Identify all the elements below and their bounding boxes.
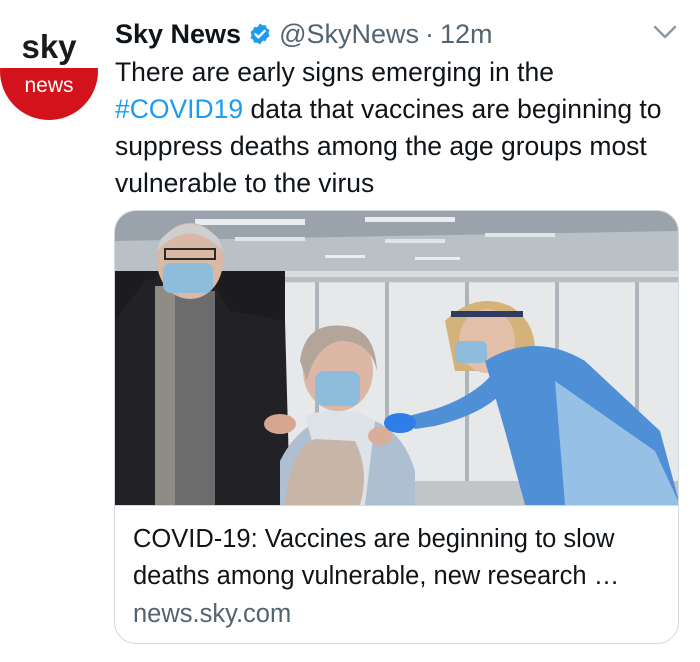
verified-badge-icon	[250, 23, 270, 45]
separator-dot: ·	[425, 18, 435, 49]
handle[interactable]: @SkyNews	[279, 19, 419, 50]
logo-news-text: news	[24, 74, 73, 97]
logo-sky-text: sky	[21, 28, 77, 65]
card-title[interactable]: COVID-19: Vaccines are beginning to slow…	[133, 521, 663, 595]
link-card[interactable]: COVID-19: Vaccines are beginning to slow…	[114, 210, 679, 644]
vaccination-photo	[115, 211, 678, 505]
tweet-text-start: There are early signs emerging in the	[115, 57, 554, 87]
card-domain[interactable]: news.sky.com	[133, 596, 662, 633]
tweet-text: There are early signs emerging in the #C…	[115, 54, 675, 202]
hashtag-link[interactable]: #COVID19	[115, 94, 243, 124]
display-name[interactable]: Sky News	[115, 19, 241, 50]
chevron-down-icon[interactable]	[652, 22, 678, 42]
timestamp[interactable]: 12m	[440, 19, 493, 50]
sky-news-logo: sky news	[0, 22, 98, 120]
avatar[interactable]: sky news	[0, 22, 98, 120]
card-body: COVID-19: Vaccines are beginning to slow…	[115, 505, 678, 643]
card-image[interactable]	[115, 211, 678, 505]
tweet-header: Sky News @SkyNews · 12m	[115, 14, 493, 54]
